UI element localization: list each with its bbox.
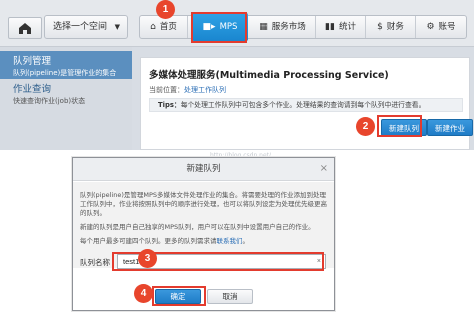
nav-service-market[interactable]: ▦ 服务市场 — [250, 16, 316, 38]
home-icon — [19, 23, 31, 34]
new-job-button[interactable]: 新建作业 — [427, 119, 473, 136]
dialog-header: 新建队列 — [73, 158, 334, 181]
sidebar-item-subtitle: 快速查询作业(job)状态 — [13, 97, 86, 105]
left-sidebar: 队列管理 队列(pipeline)是管理作业的集合 作业查询 快速查询作业(jo… — [0, 47, 132, 150]
queue-name-label: 队列名称 — [80, 258, 110, 267]
nav-statistics[interactable]: ▮▮ 统计 — [316, 16, 366, 38]
app-window: 选择一个空间 ▼ ⌂ 首页 ■▸ MPS ▦ 服务市场 ▮▮ 统计 $ 财务 ⚙ 账号 — [0, 0, 474, 150]
dialog-paragraph-suffix: 。 — [242, 237, 250, 245]
sidebar-item-subtitle: 队列(pipeline)是管理作业的集合 — [13, 69, 117, 77]
nav-account[interactable]: ⚙ 账号 — [416, 16, 466, 38]
bar-chart-icon: ▮▮ — [325, 22, 335, 32]
space-selector[interactable]: 选择一个空间 ▼ — [44, 15, 128, 39]
tips-text: 每个处理工作队列中可包含多个作业。处理结果的查询请到每个队列中进行查看。 — [180, 101, 426, 109]
step-3-marker: 3 — [138, 249, 157, 268]
annotation-frame-mps — [191, 12, 247, 43]
annotation-frame-new-queue — [377, 115, 422, 137]
nav-finance-label: 财务 — [386, 22, 404, 32]
nav-home[interactable]: ⌂ 首页 — [140, 16, 188, 38]
cancel-button[interactable]: 取消 — [207, 289, 253, 304]
breadcrumb-prefix: 当前位置： — [149, 86, 184, 94]
gear-icon: ⚙ — [426, 22, 435, 32]
page-title: 多媒体处理服务(Multimedia Processing Service) — [149, 70, 389, 81]
close-icon[interactable]: × — [320, 163, 328, 174]
nav-home-label: 首页 — [159, 22, 177, 32]
space-selector-label: 选择一个空间 — [53, 22, 108, 32]
nav-finance[interactable]: $ 财务 — [366, 16, 416, 38]
main-nav: ⌂ 首页 ■▸ MPS ▦ 服务市场 ▮▮ 统计 $ 财务 ⚙ 账号 — [139, 13, 467, 41]
nav-service-market-label: 服务市场 — [271, 22, 306, 32]
nav-account-label: 账号 — [438, 22, 456, 32]
dollar-icon: $ — [377, 22, 383, 32]
dialog-paragraph-prefix: 每个用户最多可建四个队列。更多的队列需求请 — [80, 237, 217, 245]
sidebar-item-job-query[interactable]: 作业查询 快速查询作业(job)状态 — [0, 79, 132, 107]
sidebar-item-title: 作业查询 — [13, 84, 52, 95]
tips-bar: Tips：每个处理工作队列中可包含多个作业。处理结果的查询请到每个队列中进行查看… — [149, 98, 463, 112]
home-button[interactable] — [8, 17, 42, 39]
step-4-marker: 4 — [134, 284, 153, 303]
sidebar-item-title: 队列管理 — [13, 56, 52, 67]
annotation-frame-confirm — [152, 286, 206, 306]
breadcrumb-link[interactable]: 处理工作队列 — [184, 86, 226, 94]
sidebar-item-queue-management[interactable]: 队列管理 队列(pipeline)是管理作业的集合 — [0, 51, 132, 79]
step-1-marker: 1 — [156, 0, 175, 19]
breadcrumb: 当前位置：处理工作队列 — [149, 85, 226, 95]
dialog-title: 新建队列 — [186, 164, 221, 174]
step-2-marker: 2 — [356, 117, 375, 136]
dialog-paragraph: 队列(pipeline)是管理MPS多媒体文件处理作业的集合。将需要处理的作业添… — [80, 191, 327, 217]
dialog-paragraph: 每个用户最多可建四个队列。更多的队列需求请联系我们。 — [80, 237, 327, 246]
nav-statistics-label: 统计 — [338, 22, 356, 32]
contact-us-link[interactable]: 联系我们 — [217, 237, 243, 245]
home-icon: ⌂ — [150, 22, 156, 32]
dialog-paragraph: 新建的队列是用户自己独享的MPS队列，用户可以在队列中设置用户自己的作业。 — [80, 223, 315, 231]
tips-label: Tips： — [158, 101, 181, 109]
grid-icon: ▦ — [259, 22, 268, 32]
caret-down-icon: ▼ — [114, 23, 120, 31]
